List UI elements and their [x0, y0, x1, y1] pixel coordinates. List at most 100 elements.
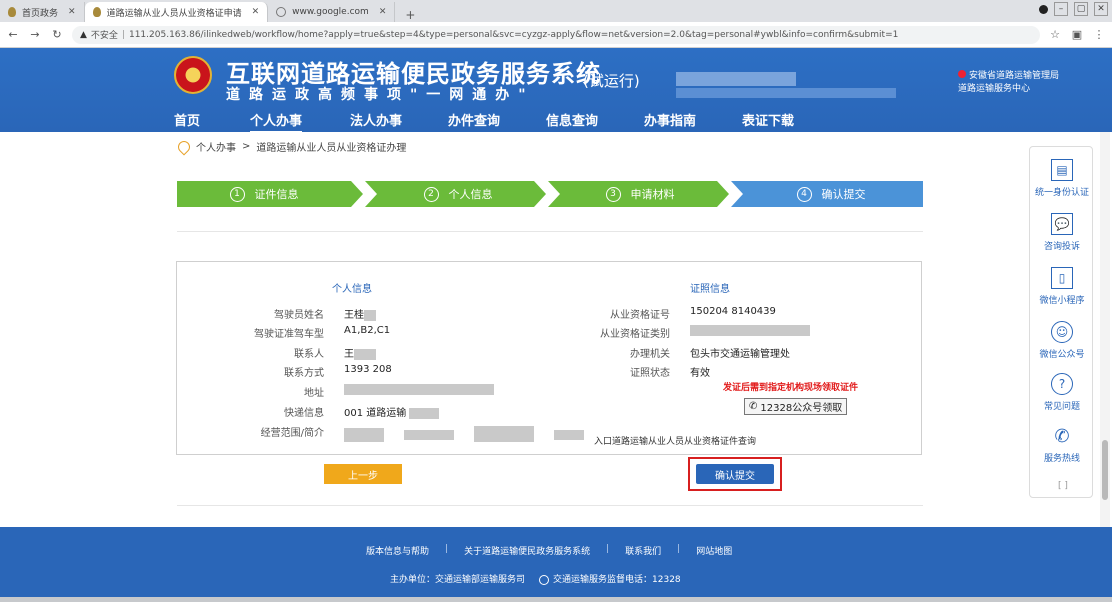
star-icon[interactable]: ☆ [1048, 28, 1062, 41]
step-label: 个人信息 [448, 188, 493, 201]
service-logo-icon [539, 574, 550, 585]
signature-strip: 入口道路运输从业人员从业资格证件查询 [344, 424, 756, 448]
side-item-wechat[interactable]: ☺ 微信公众号 [1030, 321, 1094, 360]
field-value: 1393 208 [344, 364, 392, 375]
nav-download[interactable]: 表证下载 [742, 110, 794, 129]
side-item-faq[interactable]: ? 常见问题 [1030, 373, 1094, 412]
field-value: 王 [344, 345, 376, 360]
globe-icon [276, 7, 287, 17]
chat-icon: 💬 [1051, 213, 1073, 235]
prev-step-button[interactable]: 上一步 [324, 464, 402, 484]
step-label: 确认提交 [821, 188, 866, 201]
footer-host: 主办单位：交通运输部运输服务司 [390, 575, 526, 585]
field-value: 包头市交通运输管理处 [690, 349, 790, 360]
divider [177, 505, 923, 506]
step-number: 4 [796, 186, 812, 202]
side-item-complaint[interactable]: 💬 咨询投诉 [1030, 213, 1094, 252]
side-item-unified-auth[interactable]: ▤ 统一身份认证 [1030, 159, 1094, 198]
user-info-redacted [676, 72, 796, 86]
browser-tab[interactable]: www.google.com ✕ [268, 2, 396, 22]
value-text: 王 [344, 349, 354, 360]
field-value: 王桂 [344, 306, 376, 321]
os-taskbar [0, 597, 1112, 602]
breadcrumb-item-current: 道路运输从业人员从业资格证办理 [256, 143, 407, 154]
nav-guide[interactable]: 办事指南 [644, 110, 696, 129]
browser-toolbar: ← → ↻ ▲ 不安全 | 111.205.163.86/ilinkedweb/… [0, 22, 1112, 48]
scrollbar-thumb[interactable] [1102, 440, 1108, 500]
footer-link[interactable]: 网站地图 [696, 544, 732, 557]
close-icon[interactable]: ✕ [68, 7, 76, 17]
nav-legal-person[interactable]: 法人办事 [350, 110, 402, 129]
value-text: 王桂 [344, 310, 364, 321]
field-label: 办理机关 [630, 349, 670, 360]
back-icon[interactable]: ← [6, 28, 20, 41]
location-icon [175, 138, 193, 155]
confirm-submit-button[interactable]: 确认提交 [696, 464, 774, 484]
new-tab-button[interactable]: + [395, 8, 425, 22]
nav-home[interactable]: 首页 [174, 110, 200, 129]
maximize-icon[interactable]: ▢ [1074, 2, 1088, 16]
field-label: 地址 [304, 388, 324, 399]
security-label: 不安全 [90, 31, 118, 41]
side-item-label: 咨询投诉 [1043, 242, 1080, 252]
footer-link[interactable]: 联系我们 [625, 544, 661, 557]
header-notice-line1: 安徽省道路运输管理局 [969, 71, 1060, 81]
side-item-label: 微信公众号 [1039, 350, 1085, 360]
warning-icon: ▲ [80, 29, 87, 40]
side-item-miniprogram[interactable]: ▯ 微信小程序 [1030, 267, 1094, 306]
tab-label: 首页政务 [22, 8, 59, 19]
step-3: 3 申请材料 [555, 181, 725, 207]
url-divider: | [121, 29, 125, 40]
side-item-label: 服务热线 [1043, 454, 1080, 464]
footer-separator: | [677, 544, 681, 554]
field-value: 150204 8140439 [690, 306, 776, 317]
field-value [690, 325, 810, 337]
side-collapse-button[interactable]: [ ] [1058, 481, 1068, 491]
header-right-info[interactable]: 安徽省道路运输管理局 道路运输服务中心 [958, 70, 1059, 96]
redacted [344, 428, 384, 442]
pickup-method-box: ✆ 12328公众号领取 [744, 398, 848, 415]
forward-icon[interactable]: → [28, 28, 42, 41]
close-icon[interactable]: ✕ [252, 7, 260, 17]
browser-tab[interactable]: 首页政务 ✕ [0, 2, 85, 22]
user-info-redacted [676, 88, 896, 98]
field-label: 驾驶员姓名 [274, 310, 324, 321]
national-emblem-icon [174, 56, 212, 94]
call-icon: ✆ [1054, 425, 1070, 447]
reload-icon[interactable]: ↻ [50, 28, 64, 41]
footer-link[interactable]: 版本信息与帮助 [366, 544, 429, 557]
main-nav: 首页 个人办事 法人办事 办件查询 信息查询 办事指南 表证下载 [0, 107, 1112, 133]
redacted [409, 407, 440, 419]
address-bar[interactable]: ▲ 不安全 | 111.205.163.86/ilinkedweb/workfl… [72, 25, 1040, 44]
menu-icon[interactable]: ⋮ [1092, 28, 1106, 41]
footer-links: 版本信息与帮助 | 关于道路运输便民政务服务系统 | 联系我们 | 网站地图 [366, 544, 732, 557]
footer-link[interactable]: 关于道路运输便民政务服务系统 [464, 544, 590, 557]
alert-icon [958, 70, 966, 78]
redacted [364, 309, 376, 321]
step-2: 2 个人信息 [373, 181, 543, 207]
signature-note: 入口道路运输从业人员从业资格证件查询 [594, 437, 757, 447]
minimize-icon[interactable]: – [1054, 2, 1068, 16]
step-number: 3 [605, 186, 621, 202]
step-label: 申请材料 [630, 188, 675, 201]
redacted [554, 430, 584, 440]
side-item-hotline[interactable]: ✆ 服务热线 [1030, 425, 1094, 465]
profile-icon[interactable] [1039, 4, 1048, 14]
site-trial-label: (试运行) [583, 72, 640, 90]
nav-case-query[interactable]: 办件查询 [448, 110, 500, 129]
extension-icon[interactable]: ▣ [1070, 28, 1084, 41]
close-window-icon[interactable]: ✕ [1094, 2, 1108, 16]
breadcrumb-item[interactable]: 个人办事 [196, 139, 236, 154]
nav-personal[interactable]: 个人办事 [250, 110, 303, 133]
step-number: 1 [229, 186, 245, 202]
help-icon: ? [1051, 373, 1073, 395]
wechat-icon: ☺ [1051, 321, 1073, 343]
field-label: 从业资格证号 [610, 310, 670, 321]
window-controls: – ▢ ✕ [1039, 2, 1108, 16]
side-item-label: 微信小程序 [1039, 296, 1085, 306]
browser-tab-active[interactable]: 道路运输从业人员从业资格证申请 ✕ [84, 2, 269, 22]
value-text: 001 道路运输 [344, 408, 407, 419]
nav-info-query[interactable]: 信息查询 [546, 110, 598, 129]
close-icon[interactable]: ✕ [379, 7, 387, 17]
field-label: 驾驶证准驾车型 [254, 329, 324, 340]
